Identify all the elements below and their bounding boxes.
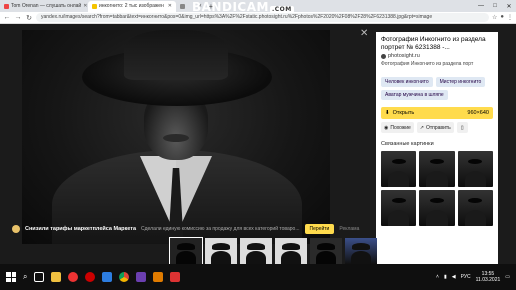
strip-thumbnail[interactable] bbox=[345, 238, 377, 264]
windows-start-icon[interactable] bbox=[6, 272, 16, 282]
tab-favicon-icon bbox=[180, 4, 185, 9]
back-icon[interactable]: ← bbox=[3, 14, 11, 21]
share-icon: ↗ bbox=[419, 124, 424, 131]
open-button[interactable]: ⬇ Открыть 960×640 bbox=[381, 107, 493, 119]
share-label: Отправить bbox=[425, 124, 451, 131]
strip-thumbnail[interactable] bbox=[310, 238, 342, 264]
tab-title: Tom Orenan — слушать онлай bbox=[11, 3, 82, 9]
ad-title[interactable]: Снизили тарифы маркетплейса Маркета bbox=[25, 226, 136, 232]
ad-banner: Снизили тарифы маркетплейса Маркета Сдел… bbox=[12, 222, 362, 236]
download-icon: ⬇ bbox=[385, 110, 390, 116]
tag-list: Человек инкогнито Мистер инкогнито Авата… bbox=[381, 77, 493, 100]
watermark-brand: BANDICAM bbox=[192, 0, 269, 14]
star-icon[interactable]: ☆ bbox=[492, 14, 497, 21]
image-viewer: ✕ Фотография Инкогнито из раздела портре… bbox=[0, 24, 516, 265]
media-icon[interactable] bbox=[136, 272, 147, 282]
volume-icon[interactable]: ◀ bbox=[452, 274, 456, 280]
tab-favicon-icon bbox=[92, 4, 97, 9]
menu-icon[interactable]: ⋮ bbox=[507, 14, 513, 21]
address-icons: ☆ ● ⋮ bbox=[492, 14, 513, 21]
related-thumbnail[interactable] bbox=[419, 151, 455, 187]
site-favicon-icon bbox=[381, 53, 386, 59]
thumbnail-strip bbox=[169, 237, 380, 265]
strip-thumbnail[interactable] bbox=[240, 238, 272, 264]
store-icon[interactable] bbox=[102, 272, 113, 282]
bookmark-icon: ▯ bbox=[460, 124, 464, 131]
clock[interactable]: 13:55 11.03.2021 bbox=[476, 271, 501, 283]
file-explorer-icon[interactable] bbox=[51, 272, 62, 282]
taskbar: ⌕ ˄ ▮ ◀ РУС 13:55 11.03.2021 ▭ bbox=[0, 264, 516, 290]
share-button[interactable]: ↗ Отправить bbox=[416, 122, 454, 133]
related-thumbnail[interactable] bbox=[457, 151, 493, 187]
window-controls: — □ ✕ bbox=[474, 0, 516, 12]
chrome-icon[interactable] bbox=[119, 272, 130, 282]
maximize-button[interactable]: □ bbox=[488, 3, 502, 9]
photo-lips bbox=[163, 134, 189, 142]
app-icon[interactable] bbox=[153, 272, 164, 282]
market-logo-icon bbox=[12, 225, 20, 233]
source-site[interactable]: photosight.ru bbox=[381, 53, 493, 59]
action-row: ◉ Похожие ↗ Отправить ▯ bbox=[381, 122, 493, 133]
strip-thumbnail[interactable] bbox=[275, 238, 307, 264]
similar-button[interactable]: ◉ Похожие bbox=[381, 122, 414, 133]
close-tab-icon[interactable]: ✕ bbox=[83, 1, 87, 12]
image-info-panel: Фотография Инкогнито из раздела портрет … bbox=[376, 32, 498, 264]
size-select[interactable]: 960×640 bbox=[467, 110, 489, 116]
close-viewer-button[interactable]: ✕ bbox=[360, 28, 368, 39]
forward-icon[interactable]: → bbox=[14, 14, 22, 21]
reload-icon[interactable]: ↻ bbox=[25, 14, 33, 22]
ad-label: Реклама bbox=[339, 226, 360, 232]
related-thumbnail[interactable] bbox=[381, 190, 417, 226]
language-indicator[interactable]: РУС bbox=[461, 274, 471, 280]
profile-icon[interactable]: ● bbox=[500, 14, 504, 21]
ad-go-button[interactable]: Перейти bbox=[304, 224, 335, 234]
tag-chip[interactable]: Человек инкогнито bbox=[381, 77, 433, 87]
related-images bbox=[381, 151, 493, 226]
minimize-button[interactable]: — bbox=[474, 3, 488, 9]
network-icon[interactable]: ▮ bbox=[444, 274, 447, 280]
related-thumbnail[interactable] bbox=[381, 151, 417, 187]
similar-label: Похожие bbox=[390, 124, 411, 131]
bookmark-button[interactable]: ▯ bbox=[456, 122, 468, 133]
image-title[interactable]: Фотография Инкогнито из раздела портрет … bbox=[381, 36, 493, 51]
main-photo[interactable] bbox=[22, 30, 330, 244]
strip-thumbnail[interactable] bbox=[205, 238, 237, 264]
tag-chip[interactable]: Мистер инкогнито bbox=[435, 77, 486, 87]
ad-text: Сделали единую комиссию за продажу для в… bbox=[141, 226, 300, 232]
close-window-button[interactable]: ✕ bbox=[502, 3, 516, 10]
related-thumbnail[interactable] bbox=[419, 190, 455, 226]
notifications-icon[interactable]: ▭ bbox=[505, 274, 510, 280]
system-tray: ˄ ▮ ◀ РУС 13:55 11.03.2021 ▭ bbox=[436, 271, 510, 283]
camera-icon: ◉ bbox=[384, 124, 389, 131]
bandicam-watermark: BANDICAM .COM bbox=[192, 0, 294, 14]
watermark-suffix: .COM bbox=[269, 6, 294, 13]
browser-tab-2[interactable]: инкогнито: 2 тыс изображен ✕ bbox=[88, 1, 176, 12]
opera-icon[interactable] bbox=[85, 272, 96, 282]
photo-hat-crown bbox=[124, 30, 228, 80]
close-tab-icon[interactable]: ✕ bbox=[168, 1, 172, 12]
strip-thumbnail[interactable] bbox=[169, 237, 203, 265]
tab-title: инкогнито: 2 тыс изображен bbox=[99, 3, 164, 9]
search-icon[interactable]: ⌕ bbox=[23, 272, 27, 282]
clock-date: 11.03.2021 bbox=[475, 277, 501, 283]
open-button-label: Открыть bbox=[392, 110, 415, 116]
tag-chip[interactable]: Аватар мужчина в шляпе bbox=[381, 90, 448, 100]
source-site-label: photosight.ru bbox=[388, 53, 420, 59]
chevron-up-icon[interactable]: ˄ bbox=[436, 274, 439, 280]
related-thumbnail[interactable] bbox=[457, 190, 493, 226]
browser-tab-1[interactable]: Tom Orenan — слушать онлай ✕ bbox=[0, 1, 88, 12]
url-field[interactable]: yandex.ru/images/search?from=tabbar&text… bbox=[36, 13, 489, 22]
task-view-icon[interactable] bbox=[34, 272, 45, 282]
tab-favicon-icon bbox=[4, 4, 9, 9]
bandicam-icon[interactable] bbox=[170, 272, 181, 282]
image-description: Фотография Инкогнито из раздела порт bbox=[381, 61, 474, 67]
yandex-browser-icon[interactable] bbox=[68, 272, 79, 282]
related-heading: Связанные картинки bbox=[381, 141, 434, 147]
